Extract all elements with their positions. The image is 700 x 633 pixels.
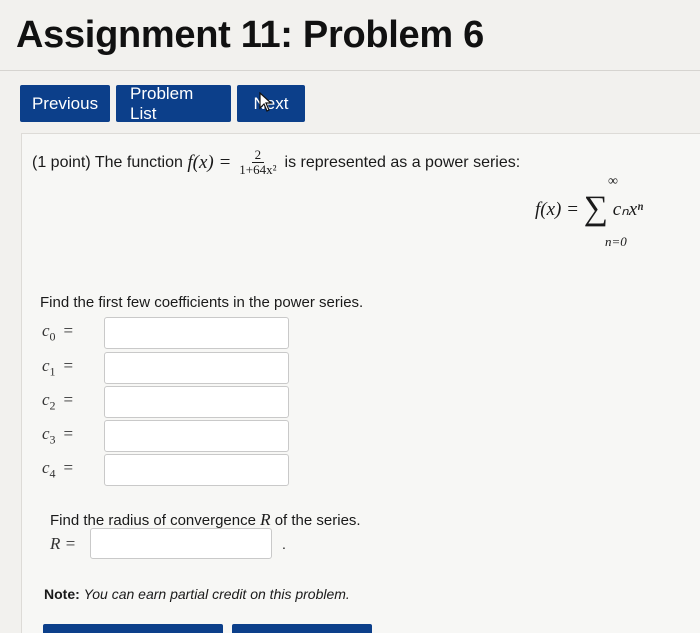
series-upper-limit: ∞: [608, 174, 618, 189]
series-lhs: f(x) =: [535, 199, 579, 220]
function-fraction: 2 1+64x²: [239, 148, 276, 177]
radius-prompt: Find the radius of convergence R of the …: [50, 510, 361, 529]
series-lower-limit: n=0: [605, 234, 627, 249]
partial-credit-note: Note: You can earn partial credit on thi…: [44, 586, 350, 602]
problem-body: (1 point) The function f(x) = 2 1+64x² i…: [21, 133, 700, 633]
note-label: Note:: [44, 586, 80, 602]
sigma-symbol: ∑: [583, 190, 608, 227]
fraction-numerator: 2: [251, 148, 265, 163]
c4-input[interactable]: [104, 454, 289, 486]
coefficient-row-4: c4 =: [42, 454, 289, 486]
points-text: (1 point) The function: [32, 153, 183, 171]
intro-tail: is represented as a power series:: [284, 153, 521, 171]
function-lhs: f(x) =: [187, 151, 232, 173]
fraction-denominator: 1+64x²: [239, 162, 277, 177]
coefficient-label: c3 =: [42, 424, 74, 447]
series-term: cₙxⁿ: [612, 199, 644, 220]
problem-list-button[interactable]: Problem List: [116, 84, 231, 123]
c1-input[interactable]: [104, 352, 289, 384]
coefficient-row-1: c1 =: [42, 352, 289, 384]
radius-variable: R: [260, 510, 271, 529]
previous-button[interactable]: Previous: [20, 85, 110, 122]
title-divider: [0, 70, 700, 71]
c3-input[interactable]: [104, 420, 289, 452]
radius-input[interactable]: [90, 528, 272, 559]
coefficient-label: c4 =: [42, 458, 74, 481]
coefficient-row-2: c2 =: [42, 386, 289, 418]
coefficient-row-3: c3 =: [42, 420, 289, 452]
page-title: Assignment 11: Problem 6: [16, 14, 484, 56]
problem-statement: (1 point) The function f(x) = 2 1+64x² i…: [32, 148, 520, 177]
coefficient-label: c1 =: [42, 356, 74, 379]
coefficient-row-0: c0 =: [42, 317, 289, 349]
mouse-pointer-icon: [259, 92, 273, 112]
radius-row: R = .: [50, 528, 286, 559]
coefficient-label: c2 =: [42, 390, 74, 413]
c0-input[interactable]: [104, 317, 289, 349]
coefficients-prompt: Find the first few coefficients in the p…: [40, 294, 364, 311]
problem-nav: Previous Problem List Next: [20, 84, 305, 123]
period: .: [282, 535, 286, 552]
note-text: You can earn partial credit on this prob…: [83, 586, 350, 602]
coefficient-label: c0 =: [42, 321, 74, 344]
radius-label: R =: [50, 533, 77, 553]
c2-input[interactable]: [104, 386, 289, 418]
next-button[interactable]: Next: [237, 85, 305, 122]
power-series-formula: f(x) = ∑ cₙxⁿ ∞ n=0: [535, 174, 644, 249]
